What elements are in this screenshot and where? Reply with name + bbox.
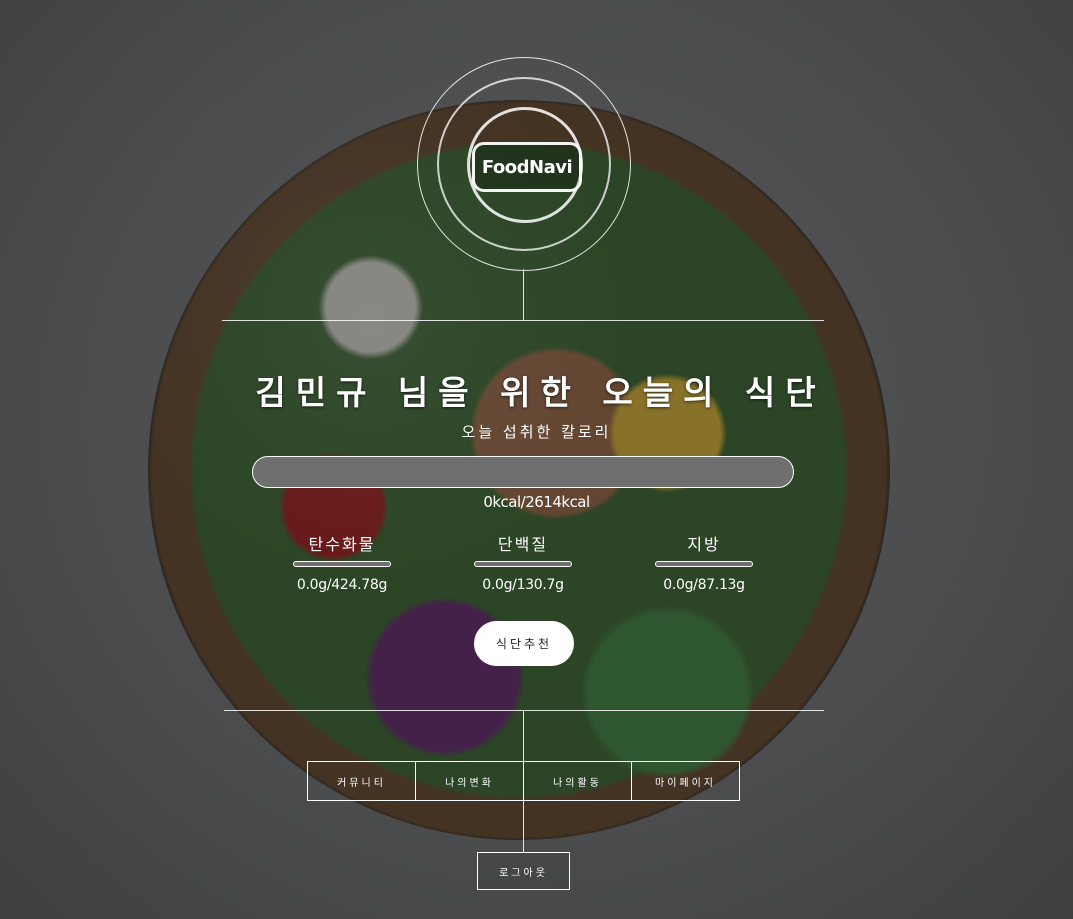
logo-illustration-ring: FoodNavi [437,77,611,251]
nav-item-my-activity[interactable]: 나의활동 [524,762,632,800]
nav-item-community[interactable]: 커뮤니티 [308,762,416,800]
macro-carbs-bar [293,561,391,567]
macro-protein-bar [474,561,572,567]
macro-fat-value: 0.0g/87.13g [663,577,745,593]
nav-item-my-page[interactable]: 마이페이지 [632,762,739,800]
recommend-diet-button[interactable]: 식단추천 [474,621,574,666]
macro-carbs-label: 탄수화물 [308,535,376,554]
nav-item-my-changes[interactable]: 나의변화 [416,762,524,800]
calorie-value: 0kcal/2614kcal [483,493,590,511]
macro-carbs-value: 0.0g/424.78g [296,577,388,593]
macro-fat-bar [655,561,753,567]
main-nav: 커뮤니티 나의변화 나의활동 마이페이지 [307,761,740,801]
macro-protein: 단백질 0.0g/130.7g [443,531,603,593]
calorie-progress-bar [252,456,794,488]
divider-bottom [224,710,824,711]
divider-top [222,320,824,321]
foodnavi-logo[interactable]: FoodNavi [417,57,631,271]
macro-protein-label: 단백질 [497,535,549,554]
macro-protein-value: 0.0g/130.7g [482,577,564,593]
page-title: 김민규 님을 위한 오늘의 식단 [255,373,826,412]
calorie-subtitle: 오늘 섭취한 칼로리 [461,423,612,441]
divider-logo-vertical [523,269,524,320]
macro-fat: 지방 0.0g/87.13g [624,531,784,593]
logout-button[interactable]: 로그아웃 [477,852,570,890]
macro-fat-label: 지방 [687,535,721,554]
logo-text: FoodNavi [481,156,573,178]
macro-carbs: 탄수화물 0.0g/424.78g [262,531,422,593]
logo-nameplate: FoodNavi [472,142,582,192]
